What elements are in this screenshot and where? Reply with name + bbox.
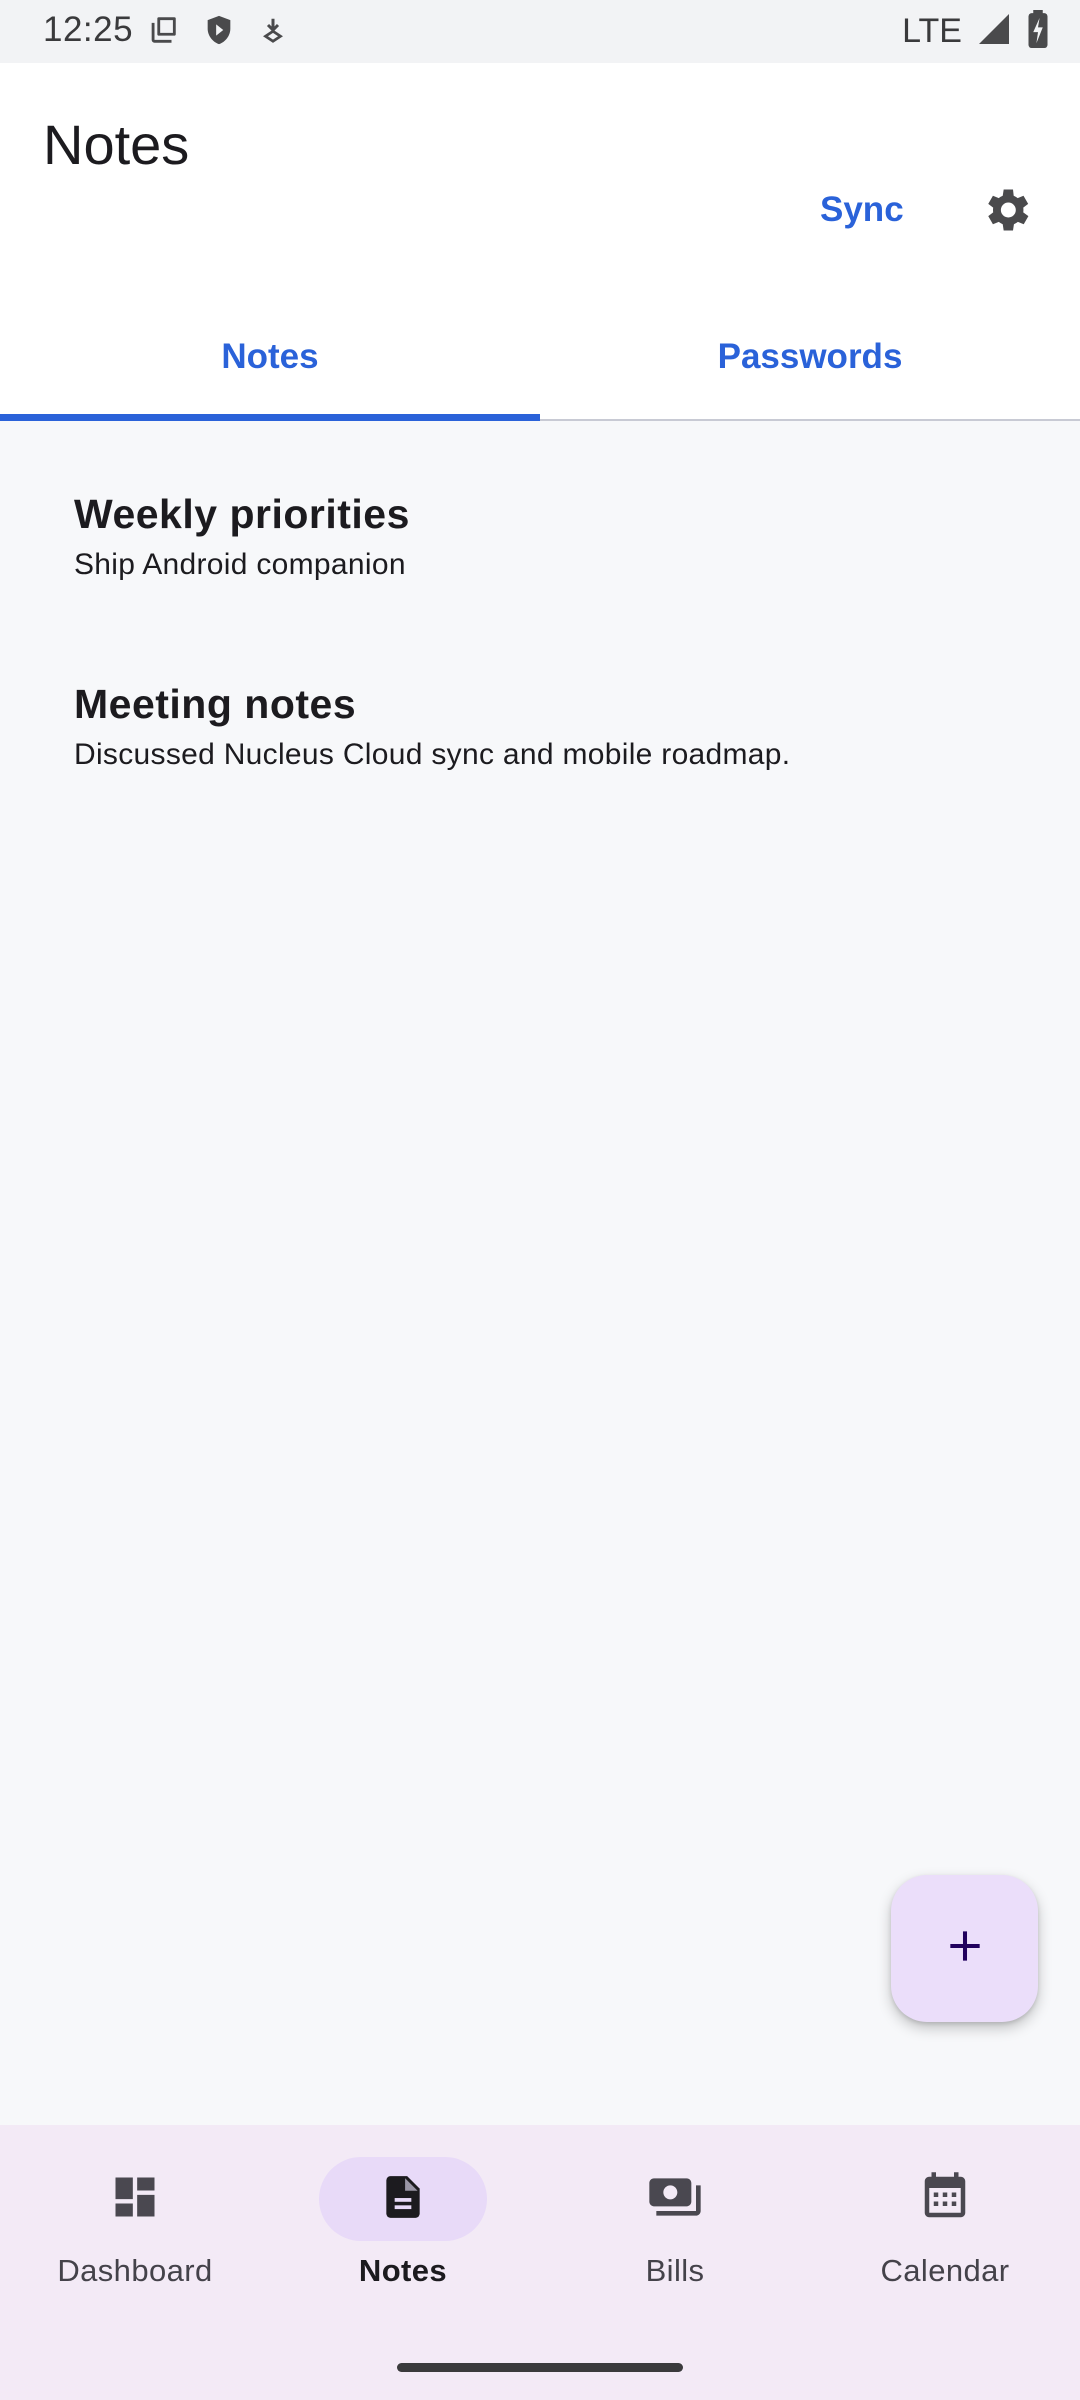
shield-icon	[202, 13, 236, 52]
page-title: Notes	[43, 113, 190, 176]
nav-label: Dashboard	[57, 2253, 213, 2288]
list-item[interactable]: Meeting notes Discussed Nucleus Cloud sy…	[0, 681, 1080, 851]
nav-item-bills[interactable]: Bills	[540, 2157, 810, 2307]
bottom-navigation: Dashboard Notes Bills Calendar	[0, 2125, 1080, 2400]
nav-item-dashboard[interactable]: Dashboard	[0, 2157, 270, 2307]
bills-icon	[647, 2169, 703, 2230]
status-notification-icons	[146, 14, 288, 50]
network-type: LTE	[902, 11, 962, 50]
screenshot-icon	[146, 13, 180, 52]
status-system-icons: LTE	[902, 9, 1050, 53]
list-item[interactable]: Weekly priorities Ship Android companion	[0, 491, 1080, 661]
add-note-button[interactable]	[891, 1875, 1038, 2022]
nav-label: Calendar	[880, 2253, 1010, 2288]
home-indicator[interactable]	[397, 2363, 683, 2372]
battery-charging-icon	[1026, 9, 1050, 53]
tab-passwords-label: Passwords	[717, 337, 903, 376]
tab-passwords[interactable]: Passwords	[540, 295, 1080, 419]
settings-button[interactable]	[972, 178, 1040, 246]
note-preview: Ship Android companion	[74, 548, 406, 581]
note-title: Weekly priorities	[74, 491, 410, 537]
nav-label: Notes	[358, 2253, 448, 2288]
tab-bar: Notes Passwords	[0, 295, 1080, 421]
dashboard-icon	[109, 2171, 161, 2228]
tab-notes-label: Notes	[221, 337, 319, 376]
nav-icon-container	[319, 2157, 487, 2241]
download-icon	[258, 13, 288, 52]
nav-icon-container	[51, 2157, 219, 2241]
sync-button[interactable]: Sync	[806, 180, 918, 240]
note-preview: Discussed Nucleus Cloud sync and mobile …	[74, 738, 791, 771]
nav-icon-container	[591, 2157, 759, 2241]
note-title: Meeting notes	[74, 681, 357, 727]
nav-item-calendar[interactable]: Calendar	[810, 2157, 1080, 2307]
nav-icon-container	[861, 2157, 1029, 2241]
app-bar	[0, 63, 1080, 295]
calendar-icon	[918, 2170, 972, 2229]
nav-item-notes[interactable]: Notes	[268, 2157, 538, 2307]
plus-icon	[943, 1924, 987, 1973]
tab-notes[interactable]: Notes	[0, 295, 540, 421]
nav-label: Bills	[645, 2253, 705, 2288]
status-time: 12:25	[43, 10, 134, 49]
signal-icon	[976, 11, 1012, 52]
note-icon	[378, 2172, 428, 2227]
gear-icon	[978, 182, 1034, 243]
status-bar: 12:25 LTE	[0, 0, 1080, 63]
